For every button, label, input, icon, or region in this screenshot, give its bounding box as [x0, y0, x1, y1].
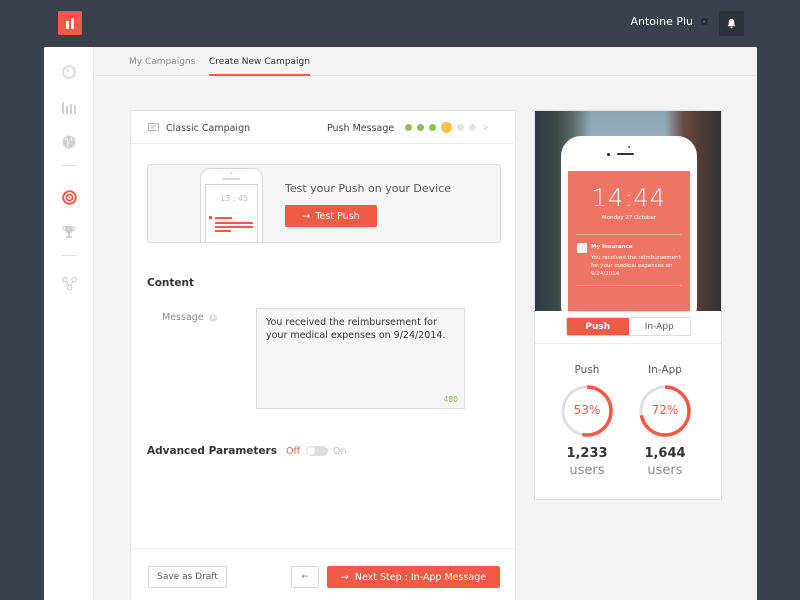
- toggle-off-label: Off: [285, 445, 300, 457]
- lock-screen: 14:44 Monday 27 October My Insurance You…: [568, 171, 690, 311]
- char-counter: 480: [443, 395, 458, 404]
- stat-label: Push: [574, 364, 600, 376]
- lock-date: Monday 27 October: [601, 215, 657, 221]
- stat-in-app: In-App 72% 1,644 users: [635, 364, 695, 478]
- sidebar-divider: [61, 165, 77, 166]
- notification-body: You received the reimbursement for your …: [591, 255, 681, 277]
- stat-label: In-App: [648, 364, 682, 376]
- content-section-title: Content: [147, 277, 195, 289]
- step-dot-1[interactable]: [405, 124, 412, 131]
- stat-percent: 53%: [573, 403, 601, 417]
- step-dot-6[interactable]: [469, 124, 476, 131]
- campaign-editor-card: Classic Campaign Push Message > 13 : 45: [130, 110, 516, 600]
- sidebar-item-dashboard[interactable]: [60, 63, 78, 81]
- advanced-parameters-row: Advanced Parameters Off On: [147, 445, 347, 457]
- card-header: Classic Campaign Push Message >: [131, 111, 515, 144]
- advanced-parameters-label: Advanced Parameters: [147, 445, 277, 457]
- toggle-on-label: On: [333, 445, 347, 457]
- next-step-button[interactable]: → Next Step : In-App Message: [327, 566, 500, 588]
- message-value: You received the reimbursement for your …: [266, 317, 446, 341]
- step-indicator: >: [405, 122, 489, 133]
- phone-illustration: 13 : 45: [200, 168, 263, 242]
- card-footer: Save as Draft ← → Next Step : In-App Mes…: [131, 548, 515, 600]
- target-icon: [61, 189, 77, 205]
- stat-percent: 72%: [651, 403, 679, 417]
- globe-icon: [62, 135, 76, 149]
- step-dot-3[interactable]: [429, 124, 436, 131]
- chevron-down-icon: [701, 18, 708, 25]
- sidebar-item-geo[interactable]: [60, 133, 78, 151]
- progress-ring: 53%: [560, 384, 614, 438]
- current-step-label: Push Message: [327, 123, 395, 134]
- advanced-parameters-toggle[interactable]: [306, 446, 328, 456]
- test-push-title: Test your Push on your Device: [285, 182, 452, 195]
- campaign-type-label: Classic Campaign: [166, 123, 251, 134]
- nodes-icon: [61, 276, 77, 290]
- step-dot-5[interactable]: [457, 124, 464, 131]
- segment-push[interactable]: Push: [567, 318, 629, 335]
- sidebar: [44, 47, 94, 600]
- sidebar-item-integrations[interactable]: [60, 274, 78, 292]
- gauge-icon: [62, 65, 76, 79]
- user-menu[interactable]: Antoine Plu: [630, 15, 708, 28]
- mini-phone-time: 13 : 45: [220, 194, 249, 203]
- sidebar-item-achievements[interactable]: [60, 223, 78, 241]
- sidebar-item-analytics[interactable]: [60, 98, 78, 116]
- lock-time: 14:44: [591, 184, 667, 212]
- sidebar-divider: [61, 255, 77, 256]
- tab-create-new-campaign[interactable]: Create New Campaign: [209, 57, 310, 76]
- message-label: Message i: [162, 312, 217, 323]
- arrow-right-icon: →: [302, 210, 311, 222]
- step-dot-2[interactable]: [417, 124, 424, 131]
- message-icon: [148, 123, 159, 133]
- message-label-text: Message: [162, 312, 204, 323]
- message-textarea[interactable]: You received the reimbursement for your …: [256, 308, 465, 409]
- arrow-left-icon: ←: [301, 572, 309, 582]
- stat-count: 1,233: [566, 446, 608, 461]
- stat-count: 1,644: [644, 446, 686, 461]
- tab-my-campaigns[interactable]: My Campaigns: [129, 57, 195, 74]
- device-preview-image: 14:44 Monday 27 October My Insurance You…: [535, 111, 721, 311]
- test-push-button[interactable]: → Test Push: [285, 205, 377, 227]
- sidebar-item-campaigns[interactable]: [60, 188, 78, 206]
- trophy-icon: [62, 226, 76, 238]
- campaign-tabs: My Campaigns Create New Campaign: [95, 47, 757, 76]
- test-push-button-label: Test Push: [315, 210, 360, 222]
- notification-title: My Insurance: [591, 244, 633, 250]
- chevron-right-icon[interactable]: >: [482, 123, 489, 132]
- stat-unit: users: [569, 463, 605, 478]
- test-push-panel: 13 : 45 Test your Push on your Device → …: [147, 164, 501, 243]
- phone-mockup: 14:44 Monday 27 October My Insurance You…: [561, 136, 697, 311]
- stat-push: Push 53% 1,233 users: [557, 364, 617, 478]
- arrow-right-icon: →: [340, 571, 349, 583]
- next-step-label: Next Step : In-App Message: [354, 571, 487, 583]
- bell-icon: [727, 18, 736, 29]
- app-logo[interactable]: [58, 11, 82, 35]
- app-window: My Campaigns Create New Campaign Classic…: [44, 47, 757, 600]
- progress-ring: 72%: [638, 384, 692, 438]
- save-as-draft-button[interactable]: Save as Draft: [148, 566, 227, 588]
- preview-panel: 14:44 Monday 27 October My Insurance You…: [534, 110, 722, 500]
- user-name: Antoine Plu: [630, 15, 694, 28]
- stat-unit: users: [647, 463, 683, 478]
- info-icon[interactable]: i: [208, 313, 217, 322]
- back-button[interactable]: ←: [291, 566, 319, 588]
- bar-chart-icon: [61, 102, 76, 114]
- app-icon: [577, 243, 587, 253]
- segment-in-app[interactable]: In-App: [628, 318, 690, 335]
- step-dot-4-current[interactable]: [441, 122, 452, 133]
- preview-type-switch: Push In-App: [566, 317, 691, 336]
- notifications-button[interactable]: [719, 11, 744, 36]
